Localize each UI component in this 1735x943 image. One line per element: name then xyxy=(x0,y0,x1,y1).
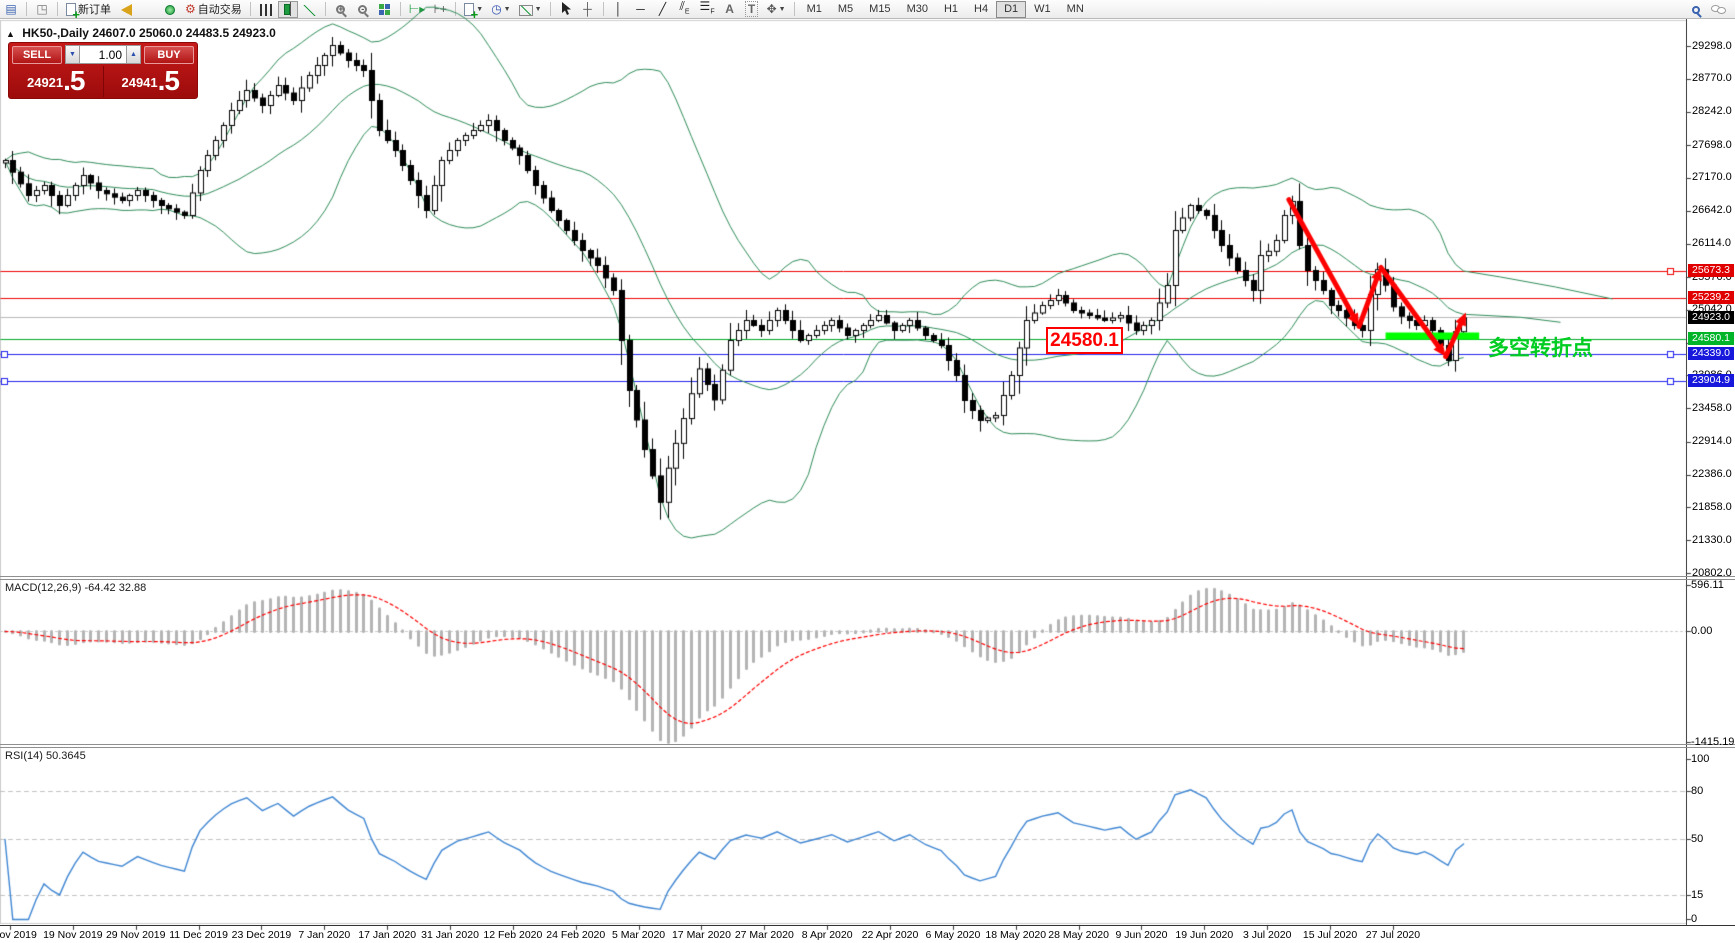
date-axis-tick: 12 Feb 2020 xyxy=(483,929,543,941)
date-axis-tick: 5 Mar 2020 xyxy=(612,929,666,941)
price-badge[interactable]: 24339.0 xyxy=(1688,347,1734,361)
rsi-axis-tick: 100 xyxy=(1691,753,1710,765)
pane-separator[interactable] xyxy=(0,747,1735,748)
rsi-axis-tick: 80 xyxy=(1691,785,1704,797)
price-badge[interactable]: 25239.2 xyxy=(1688,291,1734,305)
rsi-value: 50.3645 xyxy=(45,750,86,762)
macd-label: MACD(12,26,9) -64.42 32.88 xyxy=(5,582,146,594)
sell-button[interactable]: SELL xyxy=(12,45,62,64)
pane-separator[interactable] xyxy=(0,576,1735,577)
rsi-axis-tick: 0 xyxy=(1691,913,1698,925)
rsi-name: RSI(14) xyxy=(5,750,43,762)
trading-terminal: ▤ ◳ 新订单 ⚙ 自动交易 + - ⊢▸ ⊦+ ▼ ◷▼ ▼ xyxy=(0,0,1735,943)
volume-stepper: ▼ 1.00 ▲ xyxy=(65,45,141,64)
price-badge[interactable]: 23904.9 xyxy=(1688,374,1734,388)
price-badge[interactable]: 25673.3 xyxy=(1688,264,1734,278)
macd-axis-tick: 0.00 xyxy=(1691,625,1713,637)
price-axis-tick: 23458.0 xyxy=(1692,401,1732,414)
collapse-panel-icon[interactable]: ▲ xyxy=(6,29,15,39)
date-axis-tick: 23 Dec 2019 xyxy=(231,929,292,941)
date-axis-tick: 22 Apr 2020 xyxy=(861,929,919,941)
price-badge[interactable]: 24580.1 xyxy=(1688,332,1734,346)
date-axis-tick: 7 Nov 2019 xyxy=(0,929,37,941)
date-axis-tick: 28 May 2020 xyxy=(1048,929,1109,941)
date-axis-tick: 18 May 2020 xyxy=(985,929,1047,941)
date-axis-tick: 6 May 2020 xyxy=(925,929,981,941)
price-axis-tick: 22386.0 xyxy=(1692,468,1732,481)
date-axis-tick: 27 Mar 2020 xyxy=(734,929,794,941)
price-axis-separator xyxy=(1686,19,1687,926)
price-axis-tick: 28242.0 xyxy=(1692,105,1732,117)
price-axis-tick: 27698.0 xyxy=(1692,138,1732,151)
date-axis-tick: 7 Jan 2020 xyxy=(298,929,351,941)
rsi-label: RSI(14) 50.3645 xyxy=(5,750,86,762)
buy-price[interactable]: 24941 .5 xyxy=(104,66,198,97)
price-flag-annotation[interactable]: 24580.1 xyxy=(1046,327,1123,354)
chart-symbol-period: HK50-,Daily xyxy=(22,26,89,40)
date-axis-tick: 27 Jul 2020 xyxy=(1365,929,1421,941)
date-axis-tick: 31 Jan 2020 xyxy=(421,929,479,941)
price-axis-tick: 21858.0 xyxy=(1692,500,1732,513)
pane-separator[interactable] xyxy=(0,744,1735,745)
volume-decrease-button[interactable]: ▼ xyxy=(65,45,80,64)
pane-separator[interactable] xyxy=(0,579,1735,580)
date-axis-separator xyxy=(0,925,1735,926)
chart-canvas[interactable] xyxy=(0,0,1735,943)
buy-button[interactable]: BUY xyxy=(144,45,194,64)
sell-price[interactable]: 24921 .5 xyxy=(9,66,104,97)
price-axis-tick: 26642.0 xyxy=(1692,204,1732,217)
volume-increase-button[interactable]: ▲ xyxy=(126,45,141,64)
macd-axis-tick: -1415.19 xyxy=(1691,736,1735,748)
one-click-trade-panel: SELL ▼ 1.00 ▲ BUY 24921 .5 24941 .5 xyxy=(8,42,198,99)
buy-price-pips: .5 xyxy=(157,65,180,96)
price-axis-tick: 20802.0 xyxy=(1692,566,1732,579)
price-axis-tick: 29298.0 xyxy=(1692,39,1732,52)
chart-title: ▲ HK50-,Daily 24607.0 25060.0 24483.5 24… xyxy=(6,26,276,40)
macd-name: MACD(12,26,9) xyxy=(5,582,82,594)
rsi-axis-tick: 15 xyxy=(1691,889,1704,901)
chart-ohlc-values: 24607.0 25060.0 24483.5 24923.0 xyxy=(92,26,276,40)
turning-point-note[interactable]: 多空转折点 xyxy=(1488,332,1593,362)
price-axis-tick: 21330.0 xyxy=(1692,533,1732,546)
date-axis-tick: 9 Jun 2020 xyxy=(1115,929,1168,941)
date-axis-tick: 29 Nov 2019 xyxy=(105,929,166,941)
macd-values: -64.42 32.88 xyxy=(84,582,147,594)
date-axis-tick: 3 Jul 2020 xyxy=(1242,929,1292,941)
price-axis-tick: 28770.0 xyxy=(1692,72,1732,85)
volume-value[interactable]: 1.00 xyxy=(80,45,126,64)
price-badge[interactable]: 24923.0 xyxy=(1688,310,1734,324)
date-axis-tick: 19 Jun 2020 xyxy=(1175,929,1234,941)
sell-price-pips: .5 xyxy=(63,65,85,96)
date-axis-tick: 17 Mar 2020 xyxy=(671,929,731,941)
date-axis-tick: 19 Nov 2019 xyxy=(43,929,103,941)
buy-price-main: 24941 xyxy=(121,75,158,90)
rsi-axis-tick: 50 xyxy=(1691,833,1704,845)
price-axis-tick: 27170.0 xyxy=(1692,171,1732,184)
sell-price-main: 24921 xyxy=(26,75,64,90)
date-axis-tick: 17 Jan 2020 xyxy=(358,929,417,941)
date-axis-tick: 11 Dec 2019 xyxy=(169,929,228,941)
price-axis-tick: 26114.0 xyxy=(1692,237,1731,249)
price-axis-tick: 22914.0 xyxy=(1692,435,1732,448)
macd-axis-tick: 596.11 xyxy=(1691,579,1724,591)
date-axis-tick: 24 Feb 2020 xyxy=(546,929,606,941)
date-axis-tick: 15 Jul 2020 xyxy=(1302,929,1358,941)
date-axis-tick: 8 Apr 2020 xyxy=(801,929,853,941)
